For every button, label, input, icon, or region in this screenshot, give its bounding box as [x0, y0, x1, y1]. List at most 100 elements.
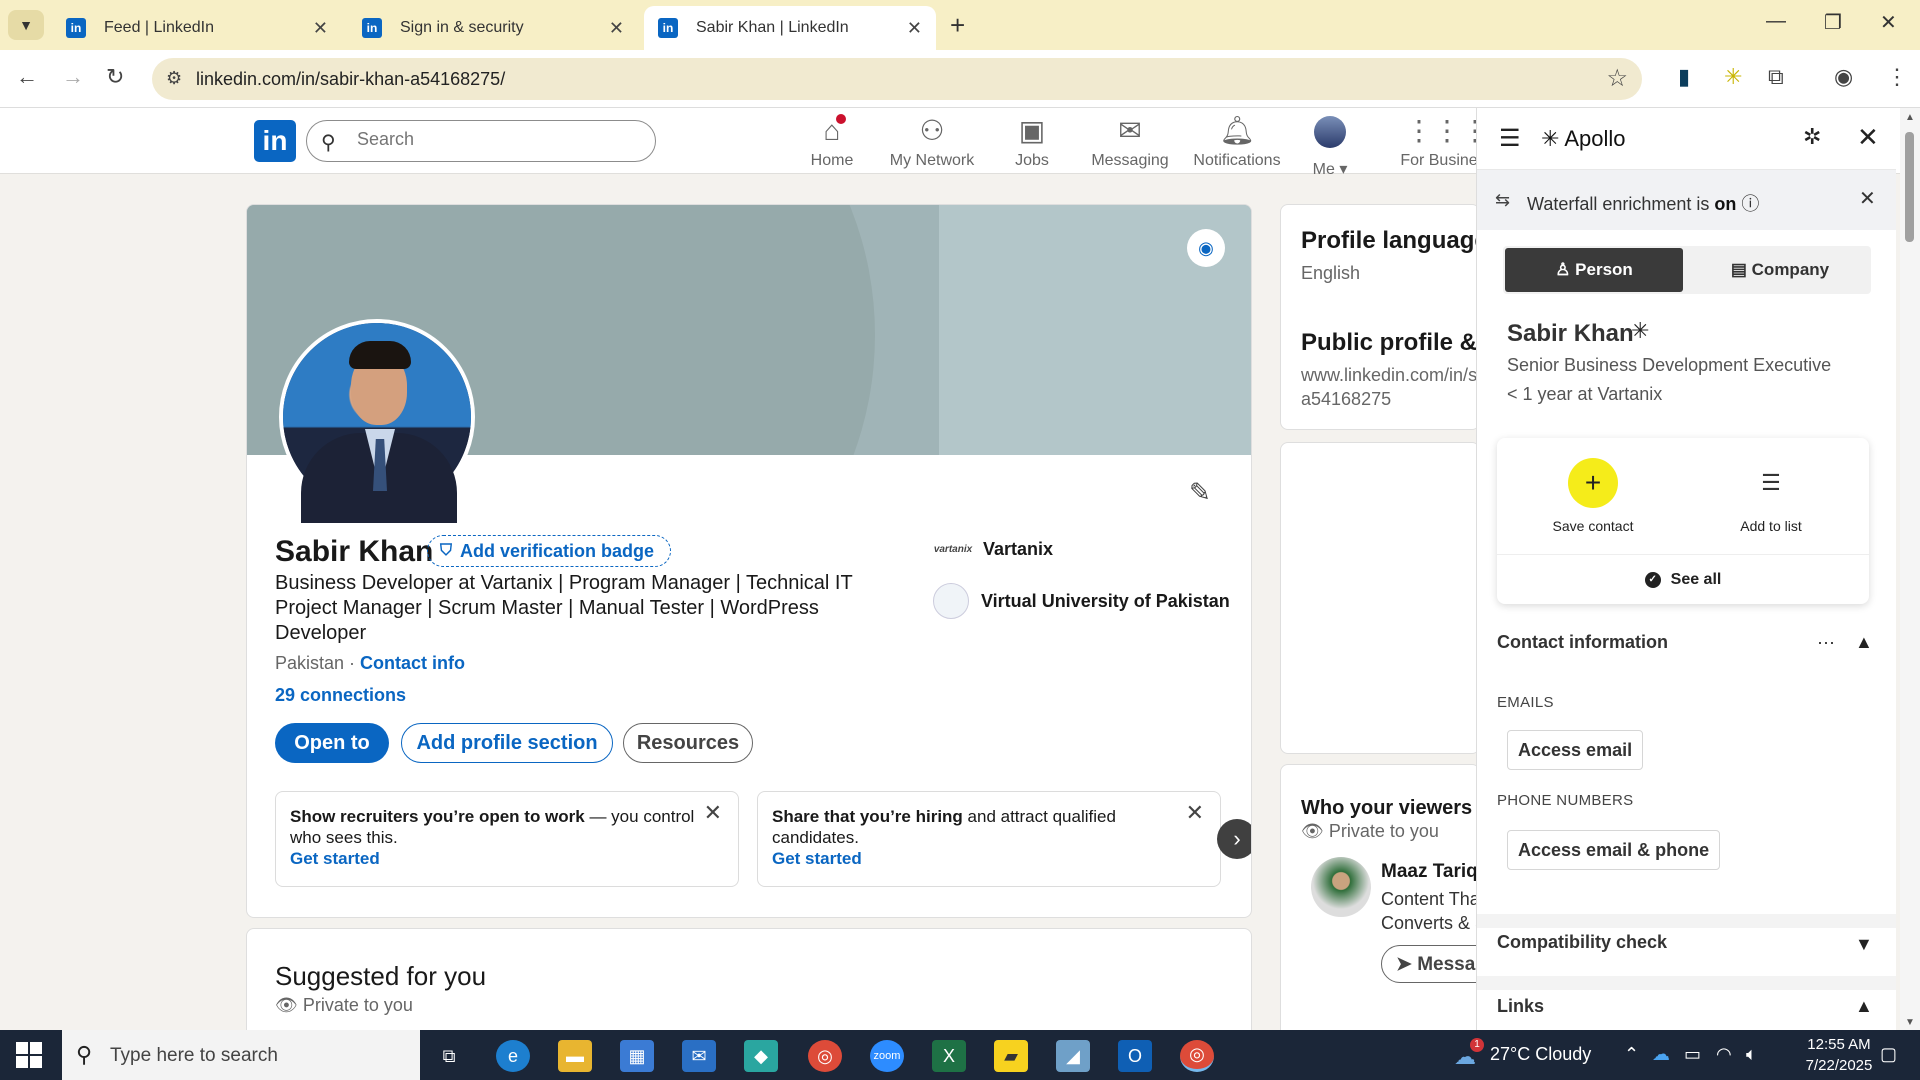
store-icon[interactable]: ▦ [620, 1040, 654, 1072]
nav-label: Jobs [1015, 152, 1049, 169]
bug-report-icon[interactable]: ✲ [1803, 124, 1821, 150]
site-info-icon[interactable]: ⚙ [166, 68, 182, 89]
nav-my-network[interactable]: ⚇ My Network [882, 116, 982, 170]
excel-icon[interactable]: X [932, 1040, 966, 1072]
profile-icon[interactable]: ◉ [1834, 64, 1853, 90]
nav-jobs[interactable]: ▣ Jobs [982, 116, 1082, 170]
bookmark-star-icon[interactable]: ☆ [1606, 64, 1628, 93]
viewer-avatar[interactable] [1311, 857, 1371, 917]
links-header[interactable]: Links [1497, 996, 1544, 1017]
save-contact-button[interactable]: + Save contact [1523, 458, 1663, 534]
weather-text[interactable]: 27°C Cloudy [1490, 1044, 1591, 1065]
close-banner-icon[interactable]: ✕ [1859, 186, 1876, 211]
volume-icon[interactable]: 🔈︎ [1746, 1044, 1757, 1065]
expand-icon[interactable]: ▼ [1855, 934, 1873, 955]
action-label: Add to list [1740, 518, 1802, 534]
browser-menu-icon[interactable]: ⋮ [1886, 64, 1908, 90]
scroll-up-icon[interactable]: ▲ [1905, 112, 1915, 123]
search-box[interactable]: ⚲ [306, 120, 656, 162]
add-to-list-button[interactable]: ☰ Add to list [1701, 458, 1841, 534]
file-explorer-icon[interactable]: ▬ [558, 1040, 592, 1072]
chrome-active-icon[interactable]: ◎ [1180, 1040, 1214, 1072]
hamburger-menu-icon[interactable]: ☰ [1499, 124, 1521, 153]
nav-home[interactable]: ⌂ Home [782, 112, 882, 170]
access-email-phone-button[interactable]: Access email & phone [1507, 830, 1721, 870]
person-tab[interactable]: ♙ Person [1505, 248, 1683, 292]
extension-briefcase-icon[interactable]: ▮ [1678, 64, 1690, 90]
close-tab-icon[interactable]: ✕ [907, 18, 922, 39]
nav-me[interactable]: Me ▾ [1282, 116, 1378, 179]
scrollbar-thumb[interactable] [1905, 132, 1914, 242]
more-options-icon[interactable]: ··· [1817, 632, 1835, 653]
task-view-icon[interactable]: ⧉ [432, 1040, 466, 1072]
linkedin-logo[interactable]: in [254, 120, 296, 162]
taskbar-search[interactable]: ⚲ Type here to search [62, 1030, 420, 1080]
get-started-link[interactable]: Get started [772, 848, 1206, 869]
mail-icon[interactable]: ✉ [682, 1040, 716, 1072]
see-all-button[interactable]: ✓ See all [1497, 554, 1869, 604]
open-to-button[interactable]: Open to [275, 723, 389, 763]
browser-tab-security[interactable]: in Sign in & security ✕ [348, 6, 638, 50]
system-clock[interactable]: 12:55 AM 7/22/2025 [1802, 1034, 1876, 1076]
add-profile-section-button[interactable]: Add profile section [401, 723, 613, 763]
url-text[interactable]: linkedin.com/in/sabir-khan-a54168275/ [196, 69, 505, 90]
search-input[interactable] [357, 129, 637, 150]
org-vartanix[interactable]: vartanix Vartanix [933, 539, 1053, 560]
profile-photo[interactable] [279, 319, 475, 523]
edit-pencil-icon[interactable]: ✎ [1189, 477, 1211, 508]
get-started-link[interactable]: Get started [290, 848, 724, 869]
contact-info-link[interactable]: Contact info [360, 653, 465, 673]
access-email-button[interactable]: Access email [1507, 730, 1644, 770]
camera-icon[interactable]: ◉ [1187, 229, 1225, 267]
restore-icon[interactable]: ❐ [1824, 10, 1842, 35]
battery-icon[interactable]: ▭ [1684, 1044, 1701, 1065]
windows-start-icon[interactable] [16, 1042, 42, 1068]
browser-tab-profile[interactable]: in Sabir Khan | LinkedIn ✕ [644, 6, 936, 50]
carousel-next-icon[interactable]: › [1217, 819, 1251, 859]
notification-center-icon[interactable]: ▢ [1880, 1044, 1897, 1065]
contact-information-header[interactable]: Contact information [1497, 632, 1668, 653]
close-window-icon[interactable]: ✕ [1880, 10, 1897, 35]
chrome-icon[interactable]: ◎ [808, 1040, 842, 1072]
resources-button[interactable]: Resources [623, 723, 753, 763]
sticky-notes-icon[interactable]: ▰ [994, 1040, 1028, 1072]
back-icon[interactable]: ← [16, 64, 38, 90]
scroll-down-icon[interactable]: ▼ [1905, 1017, 1915, 1028]
message-button[interactable]: ➤ Messa [1381, 945, 1479, 983]
company-tab[interactable]: ▤ Company [1691, 248, 1869, 292]
dismiss-icon[interactable]: ✕ [1186, 802, 1204, 824]
address-bar[interactable]: ⚙ linkedin.com/in/sabir-khan-a54168275/ … [152, 58, 1642, 100]
viewer-name[interactable]: Maaz Tariq [1381, 861, 1478, 883]
app-icon[interactable]: ◢ [1056, 1040, 1090, 1072]
reload-icon[interactable]: ↻ [106, 64, 124, 90]
close-tab-icon[interactable]: ✕ [609, 18, 624, 39]
tab-search-button[interactable]: ▼ [8, 10, 44, 40]
wifi-icon[interactable]: ◠ [1716, 1044, 1732, 1065]
close-panel-icon[interactable]: ✕ [1857, 122, 1879, 153]
minimize-icon[interactable]: — [1766, 10, 1786, 33]
outlook-icon[interactable]: O [1118, 1040, 1152, 1072]
profile-language-card: Profile language English Public profile … [1280, 204, 1480, 430]
nav-messaging[interactable]: ✉ Messaging [1080, 116, 1180, 170]
org-virtual-university[interactable]: Virtual University of Pakistan [933, 583, 1230, 619]
connections-link[interactable]: 29 connections [275, 685, 406, 706]
onedrive-icon[interactable]: ☁ [1652, 1044, 1670, 1065]
chevron-up-icon[interactable]: ⌃ [1624, 1044, 1639, 1065]
browser-tab-feed[interactable]: in Feed | LinkedIn ✕ [52, 6, 342, 50]
extensions-puzzle-icon[interactable]: ⧉ [1768, 64, 1784, 90]
new-tab-button[interactable]: + [950, 10, 965, 41]
edge-icon[interactable]: e [496, 1040, 530, 1072]
scrollbar[interactable]: ▲ ▼ [1900, 108, 1920, 1030]
collapse-icon[interactable]: ▲ [1855, 632, 1873, 653]
dismiss-icon[interactable]: ✕ [704, 802, 722, 824]
app-icon[interactable]: ◆ [744, 1040, 778, 1072]
forward-icon[interactable]: → [62, 64, 84, 90]
compatibility-check-header[interactable]: Compatibility check [1497, 932, 1667, 953]
zoom-icon[interactable]: zoom [870, 1040, 904, 1072]
apollo-extension-icon[interactable]: ✳ [1724, 64, 1742, 90]
collapse-icon[interactable]: ▲ [1855, 996, 1873, 1017]
add-verification-badge-button[interactable]: ⛉ Add verification badge [427, 535, 672, 567]
nav-notifications[interactable]: 🔔︎ Notifications [1182, 116, 1292, 170]
close-tab-icon[interactable]: ✕ [313, 18, 328, 39]
profile-name: Sabir Khan [275, 535, 434, 568]
